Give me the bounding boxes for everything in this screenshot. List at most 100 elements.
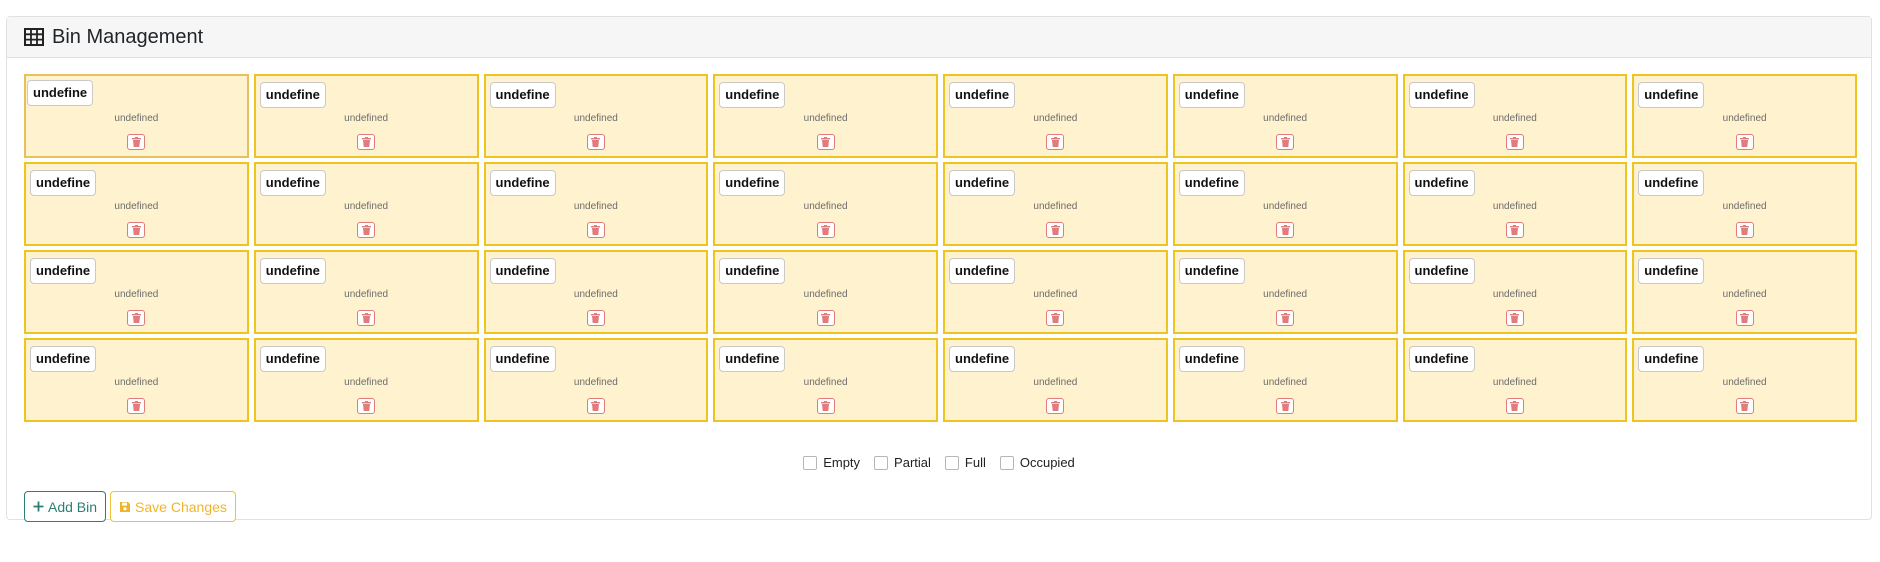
delete-bin-button[interactable] xyxy=(357,310,376,326)
delete-bin-button[interactable] xyxy=(127,134,146,150)
legend-item-empty[interactable]: Empty xyxy=(803,455,860,470)
bin-cell[interactable]: undefine undefined xyxy=(24,250,249,334)
bin-code-label: undefine xyxy=(489,82,556,108)
bin-cell[interactable]: undefine undefined xyxy=(713,74,938,158)
legend-label: Occupied xyxy=(1019,455,1075,470)
delete-bin-button[interactable] xyxy=(1276,310,1295,326)
bin-cell[interactable]: undefine undefined xyxy=(1632,162,1857,246)
bin-code-label: undefine xyxy=(30,258,97,284)
bin-cell[interactable]: undefine undefined xyxy=(1402,162,1628,246)
bin-cell[interactable]: undefine undefined xyxy=(1402,338,1628,422)
delete-bin-button[interactable] xyxy=(816,134,835,150)
delete-bin-button[interactable] xyxy=(1735,134,1754,150)
bin-cell[interactable]: undefine undefined xyxy=(943,74,1168,158)
trash-icon xyxy=(591,137,601,147)
save-icon xyxy=(119,501,131,513)
delete-bin-button[interactable] xyxy=(1735,398,1754,414)
bin-status-text: undefined xyxy=(803,113,848,124)
bin-cell[interactable]: undefine undefined xyxy=(713,250,938,334)
delete-bin-button[interactable] xyxy=(586,222,605,238)
delete-bin-button[interactable] xyxy=(586,310,605,326)
bin-cell[interactable]: undefine undefined xyxy=(1632,74,1857,158)
delete-bin-button[interactable] xyxy=(357,222,376,238)
bin-cell[interactable]: undefine undefined xyxy=(943,338,1168,422)
delete-bin-button[interactable] xyxy=(1276,134,1295,150)
status-legend: Empty Partial Full Occupied xyxy=(7,455,1871,470)
bin-cell[interactable]: undefine undefined xyxy=(1172,162,1398,246)
delete-bin-button[interactable] xyxy=(816,310,835,326)
bin-code-label: undefine xyxy=(949,346,1016,372)
bin-status-text: undefined xyxy=(573,289,618,300)
bin-cell[interactable]: undefine undefined xyxy=(483,74,709,158)
legend-checkbox[interactable] xyxy=(999,455,1014,470)
legend-checkbox[interactable] xyxy=(944,455,959,470)
bin-code-label: undefine xyxy=(489,170,556,196)
bin-cell[interactable]: undefine undefined xyxy=(253,162,479,246)
delete-bin-button[interactable] xyxy=(1505,222,1524,238)
delete-bin-button[interactable] xyxy=(816,398,835,414)
bin-cell[interactable]: undefine undefined xyxy=(24,74,249,158)
delete-bin-button[interactable] xyxy=(586,134,605,150)
bin-code-label: undefine xyxy=(719,258,786,284)
bin-cell[interactable]: undefine undefined xyxy=(483,338,709,422)
add-bin-button[interactable]: Add Bin xyxy=(24,491,107,522)
delete-bin-button[interactable] xyxy=(357,398,376,414)
bin-cell[interactable]: undefine undefined xyxy=(713,338,938,422)
delete-bin-button[interactable] xyxy=(1735,310,1754,326)
delete-bin-button[interactable] xyxy=(1046,398,1065,414)
delete-bin-button[interactable] xyxy=(816,222,835,238)
bin-cell[interactable]: undefine undefined xyxy=(24,162,249,246)
delete-bin-button[interactable] xyxy=(1046,222,1065,238)
bin-cell[interactable]: undefine undefined xyxy=(1402,250,1628,334)
bin-cell[interactable]: undefine undefined xyxy=(943,162,1168,246)
bin-management-card: Bin Management undefine undefined undefine… xyxy=(6,16,1872,522)
delete-bin-button[interactable] xyxy=(1505,134,1524,150)
bin-cell[interactable]: undefine undefined xyxy=(1402,74,1628,158)
bin-status-text: undefined xyxy=(573,113,618,124)
bin-cell[interactable]: undefine undefined xyxy=(943,250,1168,334)
delete-bin-button[interactable] xyxy=(357,134,376,150)
bin-code-label: undefine xyxy=(1178,258,1245,284)
bin-cell[interactable]: undefine undefined xyxy=(253,250,479,334)
page-title: Bin Management xyxy=(52,25,204,48)
trash-icon xyxy=(1280,137,1290,147)
bin-cell[interactable]: undefine undefined xyxy=(483,250,709,334)
bin-status-text: undefined xyxy=(344,377,389,388)
bin-status-text: undefined xyxy=(1722,289,1767,300)
bin-cell[interactable]: undefine undefined xyxy=(713,162,938,246)
bin-cell[interactable]: undefine undefined xyxy=(1172,338,1398,422)
bin-cell[interactable]: undefine undefined xyxy=(483,162,709,246)
delete-bin-button[interactable] xyxy=(127,222,146,238)
bin-status-text: undefined xyxy=(1263,289,1308,300)
legend-item-occupied[interactable]: Occupied xyxy=(999,455,1075,470)
trash-icon xyxy=(591,225,601,235)
bin-cell[interactable]: undefine undefined xyxy=(1172,250,1398,334)
save-changes-button[interactable]: Save Changes xyxy=(110,491,236,522)
legend-item-full[interactable]: Full xyxy=(944,455,986,470)
legend-checkbox[interactable] xyxy=(874,455,889,470)
bin-cell[interactable]: undefine undefined xyxy=(253,338,479,422)
bin-code-label: undefine xyxy=(949,82,1016,108)
bin-code-label: undefine xyxy=(30,170,97,196)
delete-bin-button[interactable] xyxy=(586,398,605,414)
legend-checkbox[interactable] xyxy=(803,455,818,470)
bin-status-text: undefined xyxy=(114,113,159,124)
delete-bin-button[interactable] xyxy=(1276,222,1295,238)
delete-bin-button[interactable] xyxy=(1046,310,1065,326)
bin-cell[interactable]: undefine undefined xyxy=(1632,250,1857,334)
bin-cell[interactable]: undefine undefined xyxy=(253,74,479,158)
bin-cell[interactable]: undefine undefined xyxy=(1172,74,1398,158)
delete-bin-button[interactable] xyxy=(1735,222,1754,238)
delete-bin-button[interactable] xyxy=(1046,134,1065,150)
trash-icon xyxy=(591,313,601,323)
delete-bin-button[interactable] xyxy=(127,310,146,326)
delete-bin-button[interactable] xyxy=(1505,398,1524,414)
delete-bin-button[interactable] xyxy=(1276,398,1295,414)
bin-cell[interactable]: undefine undefined xyxy=(1632,338,1857,422)
bin-status-text: undefined xyxy=(1033,113,1078,124)
legend-item-partial[interactable]: Partial xyxy=(874,455,931,470)
trash-icon xyxy=(1050,313,1060,323)
bin-cell[interactable]: undefine undefined xyxy=(24,338,249,422)
delete-bin-button[interactable] xyxy=(127,398,146,414)
delete-bin-button[interactable] xyxy=(1505,310,1524,326)
